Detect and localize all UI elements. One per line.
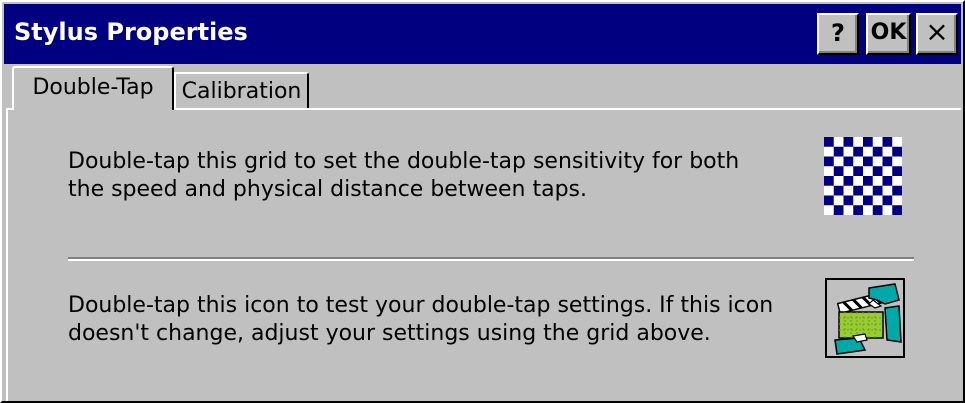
grid-instructions-line-1: Double-tap this grid to set the double-t… [68, 149, 740, 174]
stylus-properties-window: Stylus Properties ? OK × Double-Tap Cali… [0, 0, 965, 403]
tab-strip: Double-Tap Calibration [6, 66, 961, 110]
double-tap-panel: Double-tap this grid to set the double-t… [6, 108, 961, 401]
clapperboard-hands-icon[interactable] [825, 278, 905, 358]
test-instructions-line-1: Double-tap this icon to test your double… [68, 293, 774, 318]
grid-instructions-line-2: the speed and physical distance between … [68, 177, 587, 202]
checkerboard-grid-icon[interactable] [824, 137, 902, 215]
window-title: Stylus Properties [14, 18, 248, 46]
test-instructions-line-2: doesn't change, adjust your settings usi… [68, 321, 711, 346]
title-bar: Stylus Properties ? OK × [4, 4, 961, 64]
help-button[interactable]: ? [817, 13, 859, 55]
tab-calibration-label: Calibration [181, 79, 302, 104]
tab-double-tap[interactable]: Double-Tap [12, 66, 174, 110]
close-button[interactable]: × [916, 13, 958, 55]
test-instructions: Double-tap this icon to test your double… [68, 292, 773, 348]
tab-calibration[interactable]: Calibration [174, 72, 309, 110]
ok-button[interactable]: OK [866, 13, 911, 55]
separator-line [68, 257, 914, 261]
tab-double-tap-label: Double-Tap [32, 75, 154, 100]
grid-instructions: Double-tap this grid to set the double-t… [68, 148, 739, 204]
